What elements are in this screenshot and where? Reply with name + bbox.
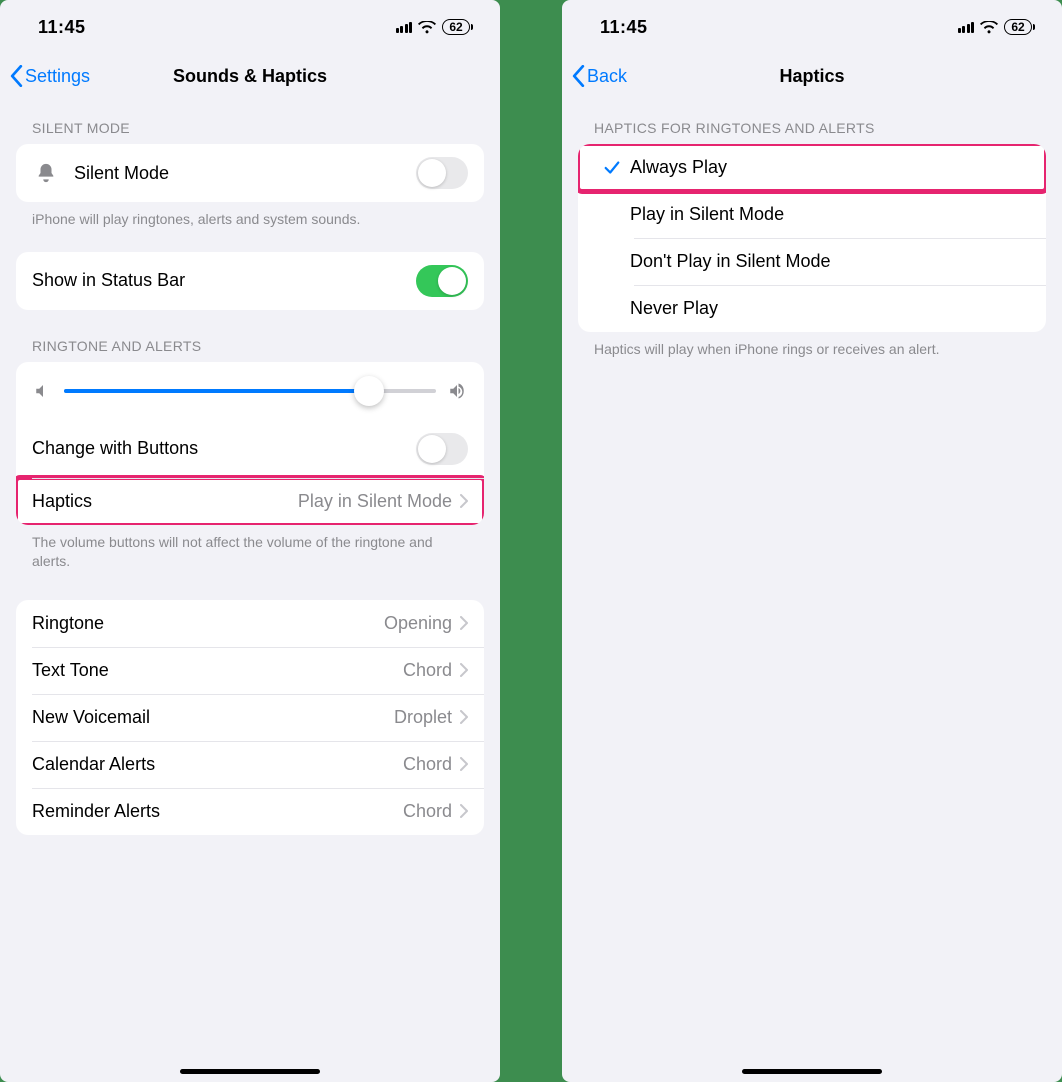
sound-row[interactable]: Reminder AlertsChord [16,788,484,835]
haptics-footer: Haptics will play when iPhone rings or r… [578,332,1046,360]
back-button[interactable]: Back [572,65,627,87]
show-statusbar-row[interactable]: Show in Status Bar [16,252,484,310]
ringtone-group: Change with Buttons Haptics Play in Sile… [16,362,484,525]
section-header-ringtone: RINGTONE AND ALERTS [16,310,484,362]
battery-icon: 62 [442,19,470,35]
sound-label: Text Tone [32,660,403,681]
status-time: 11:45 [38,17,86,38]
status-icons: 62 [396,19,471,35]
back-label: Settings [25,66,90,87]
sound-row[interactable]: New VoicemailDroplet [16,694,484,741]
back-button[interactable]: Settings [10,65,90,87]
statusbar-group: Show in Status Bar [16,252,484,310]
home-indicator[interactable] [742,1069,882,1074]
sound-label: Calendar Alerts [32,754,403,775]
volume-low-icon [32,382,54,400]
sound-row[interactable]: Calendar AlertsChord [16,741,484,788]
home-indicator[interactable] [180,1069,320,1074]
chevron-right-icon [460,663,468,677]
haptics-value: Play in Silent Mode [298,491,452,512]
page-title: Haptics [562,66,1062,87]
back-label: Back [587,66,627,87]
content[interactable]: SILENT MODE Silent Mode iPhone will play… [0,98,500,1082]
silent-footer: iPhone will play ringtones, alerts and s… [16,202,484,230]
haptics-option-row[interactable]: Don't Play in Silent Mode [578,238,1046,285]
chevron-left-icon [10,65,23,87]
sound-value: Chord [403,801,452,822]
status-icons: 62 [958,19,1033,35]
haptics-option-row[interactable]: Always Play [578,144,1046,191]
sound-label: New Voicemail [32,707,394,728]
show-statusbar-label: Show in Status Bar [32,270,416,291]
sounds-group: RingtoneOpeningText ToneChordNew Voicema… [16,600,484,835]
sound-value: Droplet [394,707,452,728]
volume-slider[interactable] [64,376,436,406]
silent-mode-label: Silent Mode [74,163,416,184]
change-buttons-row[interactable]: Change with Buttons [16,420,484,478]
silent-mode-toggle[interactable] [416,157,468,189]
haptics-options-group: Always Play Play in Silent Mode Don't Play… [578,144,1046,332]
change-buttons-label: Change with Buttons [32,438,416,459]
sound-label: Reminder Alerts [32,801,403,822]
haptics-option-label: Don't Play in Silent Mode [630,251,1030,272]
volume-slider-row[interactable] [16,362,484,420]
haptics-option-row[interactable]: Never Play [578,285,1046,332]
bell-icon [32,162,60,184]
wifi-icon [980,21,998,34]
phone-right: 11:45 62 Back Haptics HAPTICS FOR RINGTO… [562,0,1062,1082]
checkmark-icon [594,159,630,177]
chevron-right-icon [460,616,468,630]
cellular-icon [396,21,413,33]
phone-left: 11:45 62 Settings Sounds & Haptics SILEN… [0,0,500,1082]
change-buttons-toggle[interactable] [416,433,468,465]
content[interactable]: HAPTICS FOR RINGTONES AND ALERTS Always … [562,98,1062,1082]
volume-footer: The volume buttons will not affect the v… [16,525,484,572]
section-header-silent: SILENT MODE [16,98,484,144]
haptics-option-row[interactable]: Play in Silent Mode [578,191,1046,238]
sound-row[interactable]: RingtoneOpening [16,600,484,647]
sound-value: Chord [403,660,452,681]
chevron-right-icon [460,757,468,771]
show-statusbar-toggle[interactable] [416,265,468,297]
haptics-option-label: Always Play [630,157,1030,178]
sound-value: Opening [384,613,452,634]
status-time: 11:45 [600,17,648,38]
chevron-right-icon [460,710,468,724]
haptics-label: Haptics [32,491,298,512]
chevron-left-icon [572,65,585,87]
haptics-option-label: Never Play [630,298,1030,319]
sound-label: Ringtone [32,613,384,634]
haptics-option-label: Play in Silent Mode [630,204,1030,225]
nav-bar: Back Haptics [562,54,1062,98]
sound-row[interactable]: Text ToneChord [16,647,484,694]
sound-value: Chord [403,754,452,775]
silent-group: Silent Mode [16,144,484,202]
status-bar: 11:45 62 [562,0,1062,54]
nav-bar: Settings Sounds & Haptics [0,54,500,98]
silent-mode-row[interactable]: Silent Mode [16,144,484,202]
status-bar: 11:45 62 [0,0,500,54]
battery-icon: 62 [1004,19,1032,35]
volume-high-icon [446,382,468,400]
wifi-icon [418,21,436,34]
haptics-row[interactable]: Haptics Play in Silent Mode [16,478,484,525]
cellular-icon [958,21,975,33]
section-header-haptics: HAPTICS FOR RINGTONES AND ALERTS [578,98,1046,144]
chevron-right-icon [460,494,468,508]
chevron-right-icon [460,804,468,818]
